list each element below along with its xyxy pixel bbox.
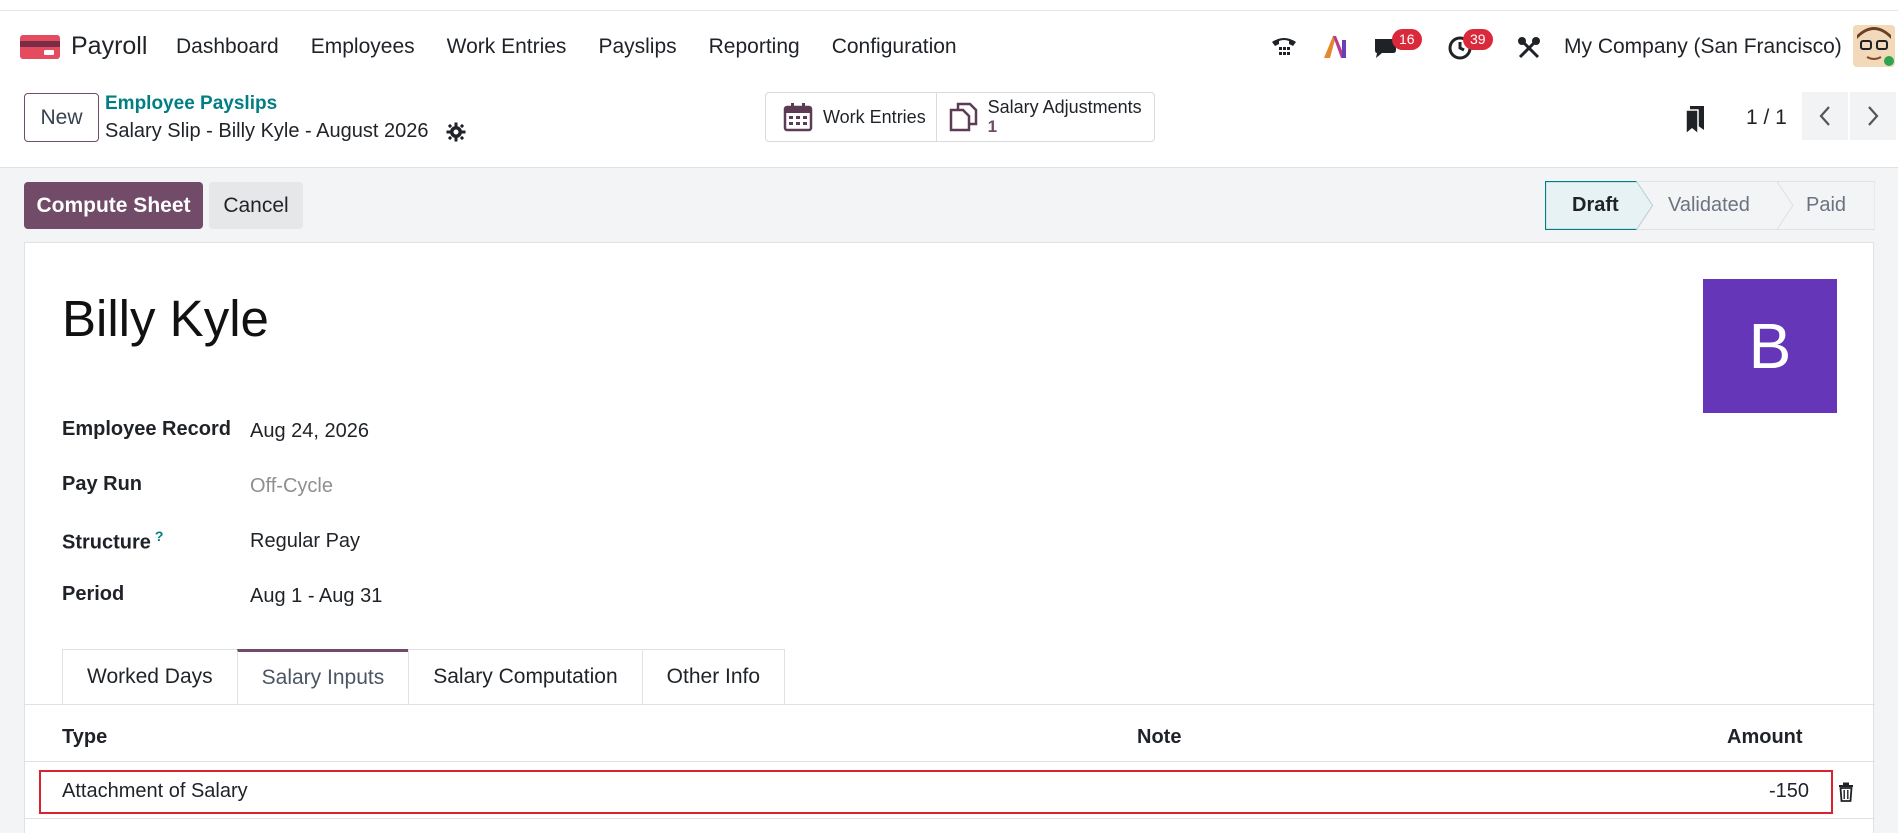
calendar-icon (783, 103, 813, 132)
phone-icon[interactable] (1270, 34, 1298, 60)
menu-work-entries[interactable]: Work Entries (447, 35, 567, 59)
pager-next[interactable] (1850, 92, 1896, 140)
activity-badge: 39 (1463, 29, 1493, 50)
employee-record-label: Employee Record (62, 418, 231, 440)
compute-sheet-button[interactable]: Compute Sheet (24, 182, 203, 229)
row-type-cell[interactable]: Attachment of Salary (62, 780, 248, 803)
app-name[interactable]: Payroll (71, 32, 147, 61)
row-amount-cell[interactable]: -150 (1769, 780, 1809, 803)
form-sheet: Billy Kyle B Employee Record Aug 24, 202… (24, 242, 1875, 833)
company-switcher[interactable]: My Company (San Francisco) (1564, 35, 1842, 59)
chat-badge: 16 (1392, 29, 1422, 50)
chevron-right-icon (1868, 106, 1879, 126)
main-menu: Dashboard Employees Work Entries Payslip… (176, 35, 989, 59)
header-divider (25, 761, 1875, 762)
employee-record-value[interactable]: Aug 24, 2026 (250, 420, 369, 443)
chevron-left-icon (1819, 106, 1830, 126)
tab-divider (25, 704, 1875, 705)
tab-salary-inputs[interactable]: Salary Inputs (236, 649, 409, 705)
help-icon[interactable]: ? (155, 528, 164, 544)
tab-salary-computation[interactable]: Salary Computation (408, 649, 642, 705)
tab-other-info[interactable]: Other Info (641, 649, 786, 705)
structure-value[interactable]: Regular Pay (250, 530, 360, 553)
menu-dashboard[interactable]: Dashboard (176, 35, 279, 59)
cancel-button[interactable]: Cancel (209, 182, 303, 229)
status-paid[interactable]: Paid (1806, 181, 1846, 230)
user-avatar[interactable] (1853, 25, 1895, 67)
notebook-tabs: Worked Days Salary Inputs Salary Computa… (62, 649, 786, 705)
period-label: Period (62, 583, 125, 605)
breadcrumb-current: Salary Slip - Billy Kyle - August 2026 (105, 120, 429, 142)
pager-previous[interactable] (1802, 92, 1848, 140)
salary-adjustments-label: Salary Adjustments (987, 97, 1142, 117)
employee-avatar[interactable]: B (1703, 279, 1837, 413)
pager-value[interactable]: 1 / 1 (1746, 106, 1787, 130)
column-header-amount[interactable]: Amount (1727, 726, 1803, 749)
menu-employees[interactable]: Employees (311, 35, 415, 59)
menu-configuration[interactable]: Configuration (832, 35, 957, 59)
salary-adjustments-count: 1 (987, 117, 998, 136)
tab-worked-days[interactable]: Worked Days (62, 649, 237, 705)
menu-reporting[interactable]: Reporting (709, 35, 800, 59)
work-entries-label: Work Entries (823, 106, 926, 127)
salary-adjustments-smart-button[interactable]: Salary Adjustments 1 (937, 93, 1154, 141)
work-entries-smart-button[interactable]: Work Entries (766, 93, 937, 141)
column-header-type[interactable]: Type (62, 726, 107, 749)
tools-icon[interactable] (1517, 36, 1541, 60)
payroll-app-icon[interactable] (20, 33, 60, 61)
column-header-note[interactable]: Note (1137, 726, 1181, 749)
structure-label: Structure (62, 531, 151, 554)
smart-buttons: Work Entries Salary Adjustments 1 (765, 92, 1155, 142)
control-panel: New Employee Payslips Salary Slip - Bill… (0, 82, 1898, 168)
status-validated[interactable]: Validated (1668, 181, 1750, 230)
gear-icon[interactable] (446, 122, 466, 142)
trash-icon[interactable] (1838, 782, 1854, 802)
pay-run-label: Pay Run (62, 473, 143, 495)
documents-icon (949, 102, 977, 132)
breadcrumb-parent[interactable]: Employee Payslips (105, 93, 277, 115)
structure-label-wrap: Structure? (62, 528, 163, 555)
menu-payslips[interactable]: Payslips (598, 35, 676, 59)
user-face-icon (1853, 25, 1895, 67)
highlight-box (39, 770, 1833, 814)
pay-run-field[interactable]: Off-Cycle (250, 475, 333, 498)
top-navbar: Payroll Dashboard Employees Work Entries… (0, 10, 1898, 82)
ai-icon[interactable] (1322, 34, 1348, 60)
row-divider (25, 818, 1875, 819)
status-draft[interactable]: Draft (1572, 181, 1619, 230)
period-value[interactable]: Aug 1 - Aug 31 (250, 585, 382, 608)
bookmark-icon[interactable] (1684, 106, 1704, 136)
employee-name[interactable]: Billy Kyle (62, 289, 269, 348)
new-button[interactable]: New (24, 93, 99, 142)
